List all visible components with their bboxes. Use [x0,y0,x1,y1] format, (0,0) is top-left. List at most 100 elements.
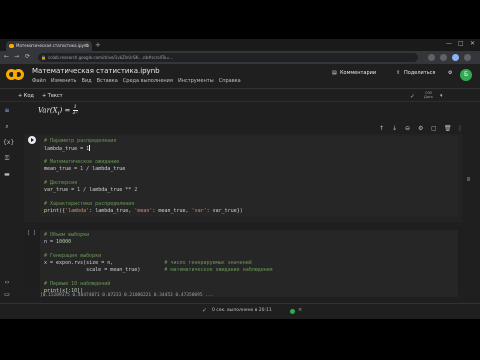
menu-edit[interactable]: Изменить [51,78,77,84]
code-line: # Генерация выборки [44,253,454,260]
colab-logo-icon[interactable] [6,69,24,83]
move-down-icon[interactable]: ↓ [392,125,397,132]
cell-scroll-indicator [467,177,470,181]
code-token: # Характеристики распределения [44,201,135,207]
browser-menu-icon[interactable] [464,54,471,61]
status-bar: ✓ 0 сек. выполнено в 20:11 × [0,303,480,319]
settings-icon[interactable]: ⚙ [448,69,452,77]
search-icon[interactable]: ⌕ [3,123,11,131]
star-icon[interactable]: ☆ [143,67,149,75]
address-bar[interactable]: 🔒 colab.research.google.com/drive/1vkZln… [38,53,418,62]
avatar[interactable]: Б [460,69,472,81]
browser-tab-strip: Математическая статистика.ipynb × + — □ … [0,39,480,51]
forward-icon[interactable]: → [14,53,19,61]
add-code-button[interactable]: + Код [18,92,34,100]
run-cell-icon[interactable] [28,136,36,144]
code-line: var_true = 1 / lambda_true ** 2 [44,187,454,194]
code-token: 2 [134,187,138,193]
code-editor[interactable]: # Объем выборки n = 10000 # Генерация выбо… [40,230,458,297]
variables-icon[interactable]: {x} [3,139,14,147]
menu-bar: Файл Изменить Вид Вставка Среда выполнен… [32,78,241,84]
back-icon[interactable]: ← [4,53,9,61]
menu-tools[interactable]: Инструменты [178,78,214,84]
move-up-icon[interactable]: ↑ [379,125,384,132]
maximize-icon[interactable]: □ [458,40,464,47]
status-check-icon: ✓ [202,307,208,314]
code-token: # число генерируемых значений [164,260,252,266]
code-token: / lambda_true [83,166,126,172]
code-line: # Дисперсия [44,180,454,187]
code-token: lambda_true = [44,146,87,152]
share-button[interactable]: Поделиться [404,69,435,77]
code-line: scale = mean_true) # математическое ожид… [44,267,454,274]
code-token: / lambda_true ** [80,187,135,193]
address-row: ← → ⟳ 🔒 colab.research.google.com/drive/… [0,51,480,64]
code-cell-2[interactable]: [ ] # Объем выборки n = 10000 # Генерация … [24,228,462,297]
url-text: colab.research.google.com/drive/1vkZlnUr… [48,55,174,60]
left-sidebar: ≡ ⌕ {x} ⚿ ▬ ‹› ▭ [0,103,14,303]
code-token: # математическое ожидание наблюдения [164,267,273,273]
reload-icon[interactable]: ⟳ [25,53,30,61]
table-of-contents-icon[interactable]: ≡ [3,107,11,115]
code-token: var_true = [44,187,78,193]
code-cell-1[interactable]: # Параметр распределения lambda_true = 1 #… [24,134,462,222]
menu-insert[interactable]: Вставка [97,78,118,84]
menu-file[interactable]: Файл [32,78,46,84]
code-token: # Параметр распределения [44,138,117,144]
window-close-icon[interactable]: ✕ [470,40,475,47]
profile-icon[interactable] [452,54,459,61]
comments-button[interactable]: Комментарии [340,69,376,77]
menu-runtime[interactable]: Среда выполнения [123,78,173,84]
command-palette-icon[interactable]: ▭ [3,291,11,299]
code-token: 10000 [56,239,72,245]
code-token: x = expon.rvs(size = n, [44,260,165,266]
add-text-button[interactable]: + Текст [42,92,63,100]
code-token: # Дисперсия [44,180,78,186]
tab-title: Математическая статистика.ipynb [16,43,89,48]
status-close-icon[interactable]: × [298,307,302,313]
new-tab-button[interactable]: + [95,41,101,49]
formula-eq: ) = [59,106,73,115]
mirror-cell-icon[interactable]: ▢ [431,125,437,132]
secrets-key-icon[interactable]: ⚿ [3,155,11,163]
cell-run-bracket[interactable]: [ ] [27,230,36,236]
extension-icon[interactable] [428,54,435,61]
code-line: # Объем выборки [44,232,454,239]
notebook-area: Var(Xi) = 1 λ² ↑ ↓ ⊖ ⚙ ▢ 🗑 ⋮ # Параметр … [16,103,480,303]
text-cursor [89,145,91,151]
files-folder-icon[interactable]: ▬ [3,171,11,179]
code-line: lambda_true = 1 [44,145,454,152]
colab-favicon-icon [9,44,14,48]
code-snippets-icon[interactable]: ‹› [3,279,11,287]
formula-lhs: Var(X [38,106,58,115]
code-line: # Математическое ожидание [44,159,454,166]
link-icon[interactable]: ⊖ [405,125,410,132]
minimize-icon[interactable]: — [446,40,452,47]
disk-label: Диск [424,95,434,99]
code-editor[interactable]: # Параметр распределения lambda_true = 1 #… [40,136,458,217]
tab-close-icon[interactable]: × [85,41,89,51]
delete-cell-icon[interactable]: 🗑 [444,125,452,132]
comments-icon[interactable]: ▤ [332,69,337,77]
notebook-title[interactable]: Математическая статистика.ipynb [32,67,160,75]
share-icon[interactable]: ⇪ [396,69,400,77]
notebook-toolbar: + Код + Текст ✓ ОЗУ Диск ▾ [0,90,480,102]
status-text: 0 сек. выполнено в 20:11 [212,308,272,313]
variance-formula: Var(Xi) = 1 λ² [38,105,78,117]
browser-tab[interactable]: Математическая статистика.ipynb × [6,41,92,51]
menu-view[interactable]: Вид [81,78,91,84]
connected-check-icon: ✓ [410,93,416,100]
code-token: # Объем выборки [44,232,90,238]
runtime-dropdown-icon[interactable]: ▾ [440,92,443,100]
cell-more-icon[interactable]: ⋮ [457,125,463,132]
code-token: # Первые 10 наблюдений [44,281,111,287]
menu-help[interactable]: Справка [219,78,241,84]
code-token: 'lambda' [65,208,90,214]
extension-icon[interactable] [440,54,447,61]
resources-indicator[interactable]: ОЗУ Диск [424,91,433,99]
formula-denominator: λ² [72,110,78,116]
code-line: # Первые 10 наблюдений [44,281,454,288]
cell-settings-icon[interactable]: ⚙ [418,125,423,132]
